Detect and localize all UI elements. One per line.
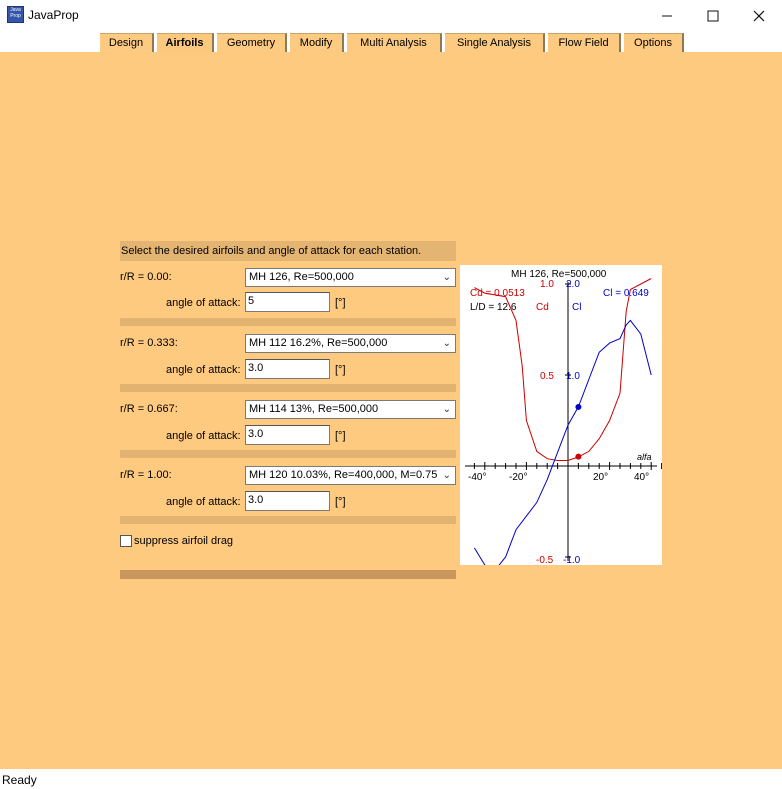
aoa-input[interactable]: 3.0	[245, 491, 330, 511]
tab-flow-field[interactable]: Flow Field	[548, 33, 621, 52]
minimize-button[interactable]	[644, 0, 690, 31]
tab-bar: Design Airfoils Geometry Modify Multi An…	[0, 31, 782, 52]
x-tick-neg20: -20°	[509, 472, 527, 483]
status-bar: Ready	[0, 769, 782, 789]
x-tick-20: 20°	[593, 472, 608, 483]
tab-options[interactable]: Options	[624, 33, 684, 52]
close-icon	[753, 10, 765, 21]
aoa-unit: [°]	[335, 496, 346, 508]
cd-tick-mid: 0.5	[540, 371, 554, 382]
polar-chart: MH 126, Re=500,000 Cd = 0.0513 L/D = 12.…	[465, 269, 662, 565]
station-separator	[120, 384, 456, 392]
cd-operating-point	[575, 453, 582, 460]
tab-multi-analysis[interactable]: Multi Analysis	[347, 33, 442, 52]
suppress-drag-label: suppress airfoil drag	[134, 535, 234, 547]
panel-header: Select the desired airfoils and angle of…	[120, 241, 456, 261]
aoa-unit: [°]	[335, 297, 346, 309]
tab-airfoils[interactable]: Airfoils	[157, 33, 214, 52]
javaprop-app-icon: Java Prop	[7, 6, 24, 23]
tab-modify[interactable]: Modify	[290, 33, 344, 52]
maximize-button[interactable]	[690, 0, 736, 31]
chevron-down-icon: ⌄	[442, 470, 451, 481]
cd-tick-bottom: -0.5	[536, 555, 554, 565]
cd-tick-top: 1.0	[540, 279, 554, 290]
bottom-separator	[120, 570, 456, 579]
cl-axis-label: Cl	[572, 302, 581, 313]
airfoil-select-value: MH 112 16.2%, Re=500,000	[249, 337, 388, 349]
airfoil-polar-plot: MH 126, Re=500,000 Cd = 0.0513 L/D = 12.…	[460, 265, 662, 565]
x-tick-neg40: -40°	[468, 472, 486, 483]
cl-operating-point	[575, 403, 582, 410]
suppress-drag-checkbox[interactable]	[120, 535, 132, 547]
tab-single-analysis[interactable]: Single Analysis	[445, 33, 545, 52]
cl-series-line	[473, 319, 652, 565]
x-axis-label: alfa	[637, 452, 652, 462]
cl-readout: Cl = 0.649	[603, 288, 649, 299]
cd-axis-label: Cd	[536, 302, 549, 313]
cd-readout: Cd = 0.0513	[470, 288, 525, 299]
station-label: r/R = 0.00:	[120, 271, 172, 283]
title-bar: Java Prop JavaProp	[0, 0, 782, 31]
chart-axes	[465, 282, 657, 561]
minimize-icon	[662, 15, 672, 16]
airfoil-select-value: MH 114 13%, Re=500,000	[249, 403, 379, 415]
ld-readout: L/D = 12.6	[470, 302, 517, 313]
cl-tick-top: 2.0	[566, 279, 580, 290]
airfoil-select-value: MH 126, Re=500,000	[249, 271, 354, 283]
station-separator	[120, 318, 456, 326]
aoa-label: angle of attack:	[166, 297, 241, 309]
aoa-input[interactable]: 3.0	[245, 359, 330, 379]
x-tick-40: 40°	[634, 472, 649, 483]
aoa-label: angle of attack:	[166, 364, 241, 376]
chevron-down-icon: ⌄	[442, 404, 451, 415]
aoa-label: angle of attack:	[166, 496, 241, 508]
maximize-icon	[707, 10, 719, 21]
status-text: Ready	[2, 773, 37, 787]
station-label: r/R = 0.667:	[120, 403, 178, 415]
airfoil-select[interactable]: MH 120 10.03%, Re=400,000, M=0.75 ⌄	[245, 466, 456, 485]
airfoil-select[interactable]: MH 112 16.2%, Re=500,000 ⌄	[245, 334, 456, 353]
aoa-input[interactable]: 5	[245, 292, 330, 312]
station-separator	[120, 450, 456, 458]
chevron-down-icon: ⌄	[442, 272, 451, 283]
window-title: JavaProp	[28, 8, 79, 22]
aoa-unit: [°]	[335, 430, 346, 442]
plot-title: MH 126, Re=500,000	[511, 269, 607, 280]
cl-tick-mid: 1.0	[566, 371, 580, 382]
airfoil-select-value: MH 120 10.03%, Re=400,000, M=0.75	[249, 469, 438, 481]
chevron-down-icon: ⌄	[442, 338, 451, 349]
station-label: r/R = 1.00:	[120, 469, 172, 481]
airfoil-select[interactable]: MH 126, Re=500,000 ⌄	[245, 268, 456, 287]
aoa-label: angle of attack:	[166, 430, 241, 442]
tab-design[interactable]: Design	[100, 33, 154, 52]
station-separator	[120, 516, 456, 524]
close-button[interactable]	[736, 0, 782, 31]
cl-tick-bottom: -1.0	[563, 555, 581, 565]
aoa-input[interactable]: 3.0	[245, 425, 330, 445]
airfoil-select[interactable]: MH 114 13%, Re=500,000 ⌄	[245, 400, 456, 419]
aoa-unit: [°]	[335, 364, 346, 376]
tab-geometry[interactable]: Geometry	[217, 33, 287, 52]
station-label: r/R = 0.333:	[120, 337, 178, 349]
